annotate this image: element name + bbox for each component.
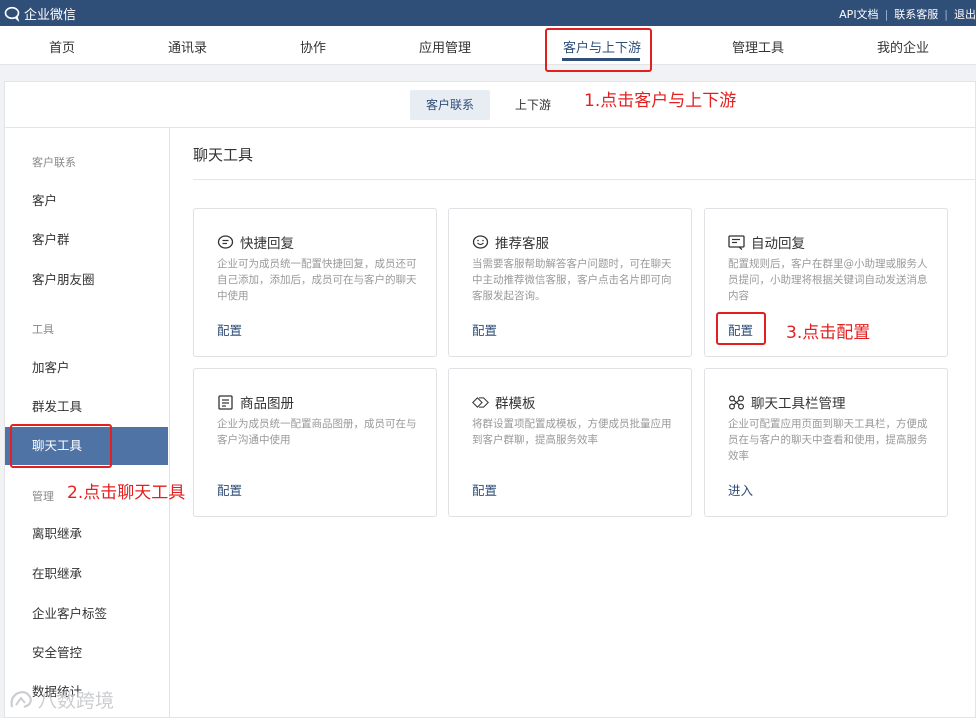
card-title: 推荐客服 bbox=[495, 236, 549, 252]
toolbar-grid-icon bbox=[728, 394, 745, 410]
tab-customer-contact[interactable]: 客户联系 bbox=[410, 90, 491, 120]
card-product-album: 商品图册 企业为成员统一配置商品图册，成员可在与客户沟通中使用 配置 bbox=[193, 368, 437, 517]
chat-bubble-icon bbox=[217, 234, 234, 249]
card-recommend-service: 推荐客服 当需要客服帮助解答客户问题时，可在聊天中主动推荐微信客服，客户点击名片… bbox=[448, 208, 692, 357]
nav-home[interactable]: 首页 bbox=[49, 37, 75, 56]
divider: | bbox=[944, 7, 948, 21]
diamond-template-icon bbox=[472, 396, 489, 408]
nav-apps[interactable]: 应用管理 bbox=[419, 37, 471, 56]
annotation-step3: 3.点击配置 bbox=[786, 323, 871, 343]
nav-my-company[interactable]: 我的企业 bbox=[877, 37, 929, 56]
card-title: 聊天工具栏管理 bbox=[751, 396, 846, 412]
enter-toolbar-manage-link[interactable]: 进入 bbox=[728, 480, 753, 499]
sidebar-item-customer-group[interactable]: 客户群 bbox=[5, 221, 168, 259]
card-description: 企业为成员统一配置商品图册，成员可在与客户沟通中使用 bbox=[217, 418, 417, 446]
top-bar: 企业微信 API文档 | 联系客服 | 退出 bbox=[0, 0, 976, 26]
divider bbox=[193, 179, 976, 180]
sidebar-item-security[interactable]: 安全管控 bbox=[5, 634, 168, 672]
card-description: 企业可配置应用页面到聊天工具栏，方便成员在与客户的聊天中查看和使用，提高服务效率 bbox=[728, 418, 928, 462]
card-toolbar-manage: 聊天工具栏管理 企业可配置应用页面到聊天工具栏，方便成员在与客户的聊天中查看和使… bbox=[704, 368, 948, 517]
subtabs: 客户联系 上下游 bbox=[5, 82, 975, 128]
nav-admin-tools[interactable]: 管理工具 bbox=[732, 37, 784, 56]
sidebar-group-manage: 管理 bbox=[32, 490, 54, 503]
auto-reply-icon bbox=[728, 234, 745, 250]
sidebar-item-add-customer[interactable]: 加客户 bbox=[5, 349, 168, 387]
annotation-box-chat-tools bbox=[10, 424, 112, 468]
watermark-logo-icon bbox=[10, 690, 32, 708]
card-description: 企业可为成员统一配置快捷回复，成员还可自己添加，添加后，成员可在与客户的聊天中使… bbox=[217, 258, 417, 302]
sidebar-item-resign-inherit[interactable]: 离职继承 bbox=[5, 515, 168, 553]
main-nav: 首页 通讯录 协作 应用管理 客户与上下游 管理工具 我的企业 bbox=[0, 26, 976, 65]
card-description: 将群设置项配置成模板，方便成员批量应用到客户群聊，提高服务效率 bbox=[472, 418, 672, 446]
card-title: 自动回复 bbox=[751, 236, 805, 252]
app-logo[interactable]: 企业微信 bbox=[4, 4, 76, 23]
card-title: 群模板 bbox=[495, 396, 536, 412]
configure-group-template-link[interactable]: 配置 bbox=[472, 480, 497, 499]
nav-contacts[interactable]: 通讯录 bbox=[168, 37, 207, 56]
sidebar-item-mass-send[interactable]: 群发工具 bbox=[5, 388, 168, 426]
sidebar: 客户联系 客户 客户群 客户朋友圈 工具 加客户 群发工具 聊天工具 管理 离职… bbox=[5, 128, 170, 718]
app-name: 企业微信 bbox=[24, 8, 77, 23]
annotation-step2: 2.点击聊天工具 bbox=[67, 483, 186, 503]
sidebar-item-onjob-inherit[interactable]: 在职继承 bbox=[5, 555, 168, 593]
nav-collab[interactable]: 协作 bbox=[300, 37, 326, 56]
content-shell: 客户联系 上下游 客户联系 客户 客户群 客户朋友圈 工具 加客户 群发工具 聊… bbox=[4, 81, 976, 718]
card-description: 当需要客服帮助解答客户问题时，可在聊天中主动推荐微信客服，客户点击名片即可向客服… bbox=[472, 258, 672, 302]
contact-support-link[interactable]: 联系客服 bbox=[894, 6, 938, 22]
card-group-template: 群模板 将群设置项配置成模板，方便成员批量应用到客户群聊，提高服务效率 配置 bbox=[448, 368, 692, 517]
wecom-logo-icon bbox=[4, 6, 20, 22]
page-title: 聊天工具 bbox=[193, 146, 254, 164]
sidebar-group-customer: 客户联系 bbox=[32, 156, 76, 169]
configure-product-album-link[interactable]: 配置 bbox=[217, 480, 242, 499]
sidebar-item-customer[interactable]: 客户 bbox=[5, 182, 168, 220]
configure-quick-reply-link[interactable]: 配置 bbox=[217, 320, 242, 339]
logout-link[interactable]: 退出 bbox=[954, 6, 976, 22]
tab-upstream-downstream[interactable]: 上下游 bbox=[499, 90, 567, 120]
smile-chat-icon bbox=[472, 234, 489, 249]
card-quick-reply: 快捷回复 企业可为成员统一配置快捷回复，成员还可自己添加，添加后，成员可在与客户… bbox=[193, 208, 437, 357]
annotation-step1: 1.点击客户与上下游 bbox=[584, 91, 737, 111]
album-icon bbox=[218, 394, 233, 410]
card-description: 配置规则后，客户在群里@小助理或服务人员提问，小助理将根据关键词自动发送消息内容 bbox=[728, 258, 928, 302]
top-links: API文档 | 联系客服 | 退出 bbox=[839, 6, 976, 22]
card-title: 快捷回复 bbox=[240, 236, 294, 252]
watermark: 八数跨境 bbox=[8, 686, 114, 713]
card-title: 商品图册 bbox=[240, 396, 294, 412]
api-docs-link[interactable]: API文档 bbox=[839, 6, 878, 22]
sidebar-item-moments[interactable]: 客户朋友圈 bbox=[5, 261, 168, 299]
configure-recommend-service-link[interactable]: 配置 bbox=[472, 320, 497, 339]
divider: | bbox=[884, 7, 889, 21]
sidebar-group-tools: 工具 bbox=[32, 323, 54, 336]
watermark-text: 八数跨境 bbox=[38, 690, 115, 712]
annotation-box-configure bbox=[716, 312, 766, 345]
sidebar-item-customer-tags[interactable]: 企业客户标签 bbox=[5, 595, 168, 633]
annotation-box-nav bbox=[545, 28, 652, 72]
